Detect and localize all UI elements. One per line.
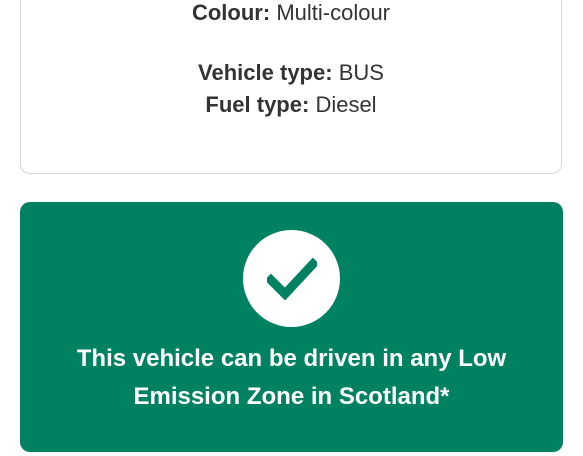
- vehicle-type-row: Vehicle type: BUS: [21, 59, 561, 87]
- result-message: This vehicle can be driven in any Low Em…: [76, 345, 507, 410]
- vehicle-type-label: Vehicle type:: [198, 60, 333, 85]
- colour-value: Multi-colour: [276, 0, 391, 25]
- vehicle-details-card: Colour: Multi-colour Vehicle type: BUS F…: [20, 0, 562, 174]
- fuel-type-value: Diesel: [315, 92, 377, 117]
- fuel-type-label: Fuel type:: [205, 92, 310, 117]
- colour-row: Colour: Multi-colour: [21, 0, 561, 27]
- vehicle-type-value: BUS: [338, 60, 384, 85]
- lez-result-panel: This vehicle can be driven in any Low Em…: [20, 202, 563, 452]
- fuel-type-row: Fuel type: Diesel: [21, 91, 561, 119]
- colour-label: Colour:: [191, 0, 271, 25]
- check-icon: [243, 230, 340, 327]
- page: Colour: Multi-colour Vehicle type: BUS F…: [0, 0, 583, 456]
